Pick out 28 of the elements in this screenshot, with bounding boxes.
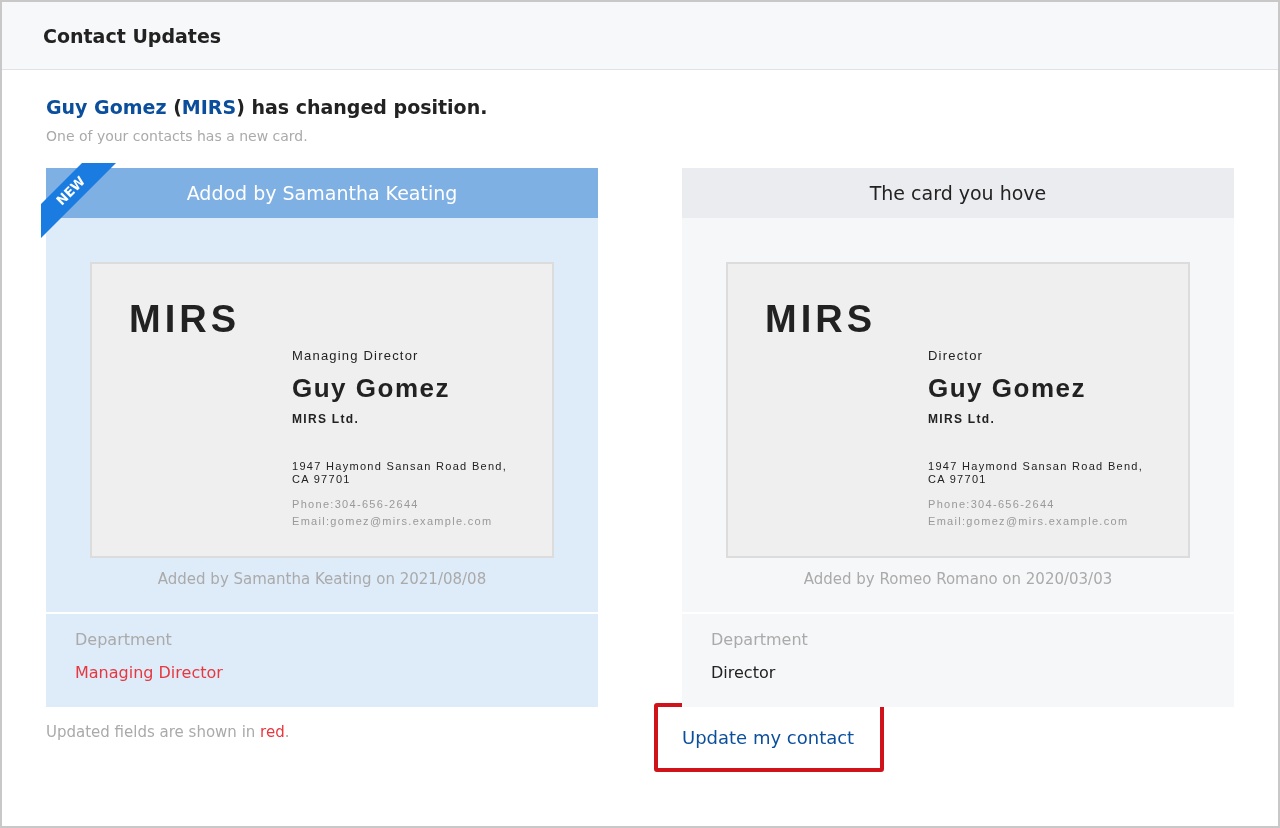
subtitle: One of your contacts has a new card. [46, 128, 309, 144]
card-address: 1947 Haymond Sansan Road Bend, CA 97701 [292, 460, 508, 486]
card-email: Email:gomez@mirs.example.com [928, 515, 1130, 527]
card-person-name: Guy Gomez [928, 373, 1087, 404]
headline-link[interactable]: Guy Gomez [46, 96, 167, 118]
card-company: MIRS Ltd. [292, 412, 361, 426]
field-label: Department [75, 630, 173, 649]
card-email: Email:gomez@mirs.example.com [292, 515, 494, 527]
card-job-title: Managing Director [292, 348, 420, 363]
company-logo: MIRS [765, 298, 877, 341]
update-contact-link[interactable]: Update my contact [658, 707, 881, 768]
card-phone: Phone:304-656-2644 [928, 498, 1056, 510]
headline-link[interactable]: MIRS [181, 96, 237, 118]
company-logo: MIRS [129, 298, 241, 341]
field-label: Department [711, 630, 809, 649]
card-job-title: Director [928, 348, 985, 363]
card-header: The card you hove [682, 168, 1234, 218]
card-person-name: Guy Gomez [292, 373, 451, 404]
field-value: Managing Director [75, 663, 224, 682]
headline: Guy Gomez (MIRS) has changed position. [46, 96, 489, 118]
card-phone: Phone:304-656-2644 [292, 498, 420, 510]
field-value: Director [711, 663, 777, 682]
added-by-text: Added by Samantha Keating on 2021/08/08 [156, 569, 488, 590]
added-by-text: Added by Romeo Romano on 2020/03/03 [802, 569, 1114, 590]
legend-note: Updated fields are shown in red. [46, 723, 291, 741]
page-title: Contact Updates [43, 24, 222, 47]
card-company: MIRS Ltd. [928, 412, 997, 426]
card-address: 1947 Haymond Sansan Road Bend, CA 97701 [928, 460, 1144, 486]
